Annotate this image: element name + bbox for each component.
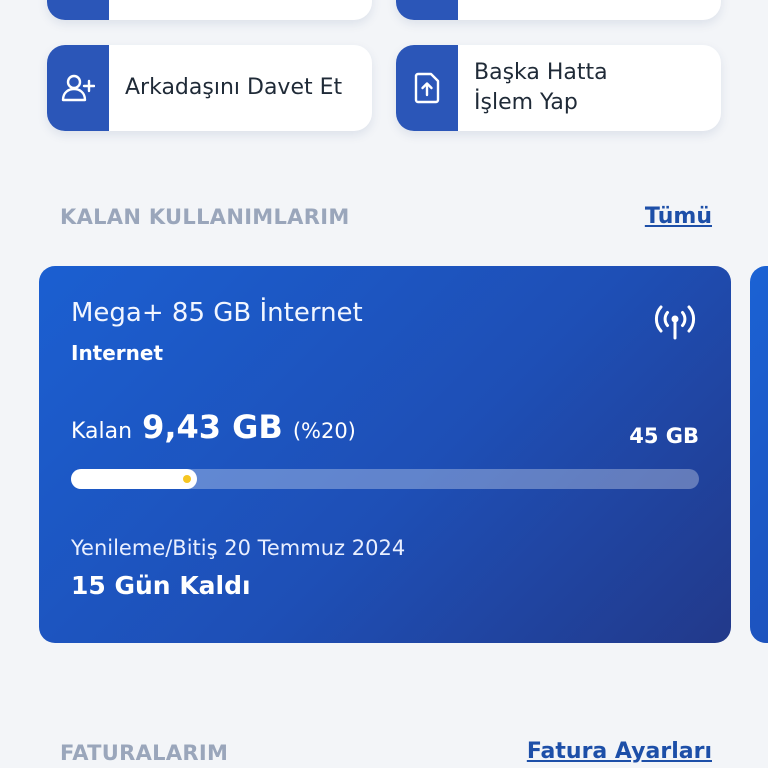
remaining-usage-title: KALAN KULLANIMLARIM (60, 205, 350, 229)
next-usage-card[interactable] (750, 266, 768, 643)
usage-progress-bar (71, 469, 699, 489)
bill-settings-link[interactable]: Fatura Ayarları (527, 739, 712, 764)
renewal-date: Yenileme/Bitiş 20 Temmuz 2024 (71, 536, 406, 560)
quick-action-1-label (109, 0, 137, 20)
invite-icon-box (47, 45, 109, 131)
quick-action-tile-2[interactable] (396, 0, 721, 20)
invite-friend-button[interactable]: Arkadaşını Davet Et (47, 45, 372, 131)
remaining-row: Kalan 9,43 GB (%20) (71, 408, 356, 446)
other-line-icon-box (396, 45, 458, 131)
usage-progress-marker (183, 475, 191, 483)
package-name: Mega+ 85 GB İnternet (71, 298, 363, 328)
page: Arkadaşını Davet Et Başka Hatta İşlem Ya… (0, 0, 768, 768)
quick-action-2-label (458, 0, 486, 20)
total-quota: 45 GB (629, 424, 699, 448)
quick-action-tile-1[interactable] (47, 0, 372, 20)
invite-friend-label: Arkadaşını Davet Et (125, 75, 343, 100)
upload-file-icon (414, 72, 440, 104)
add-user-icon (61, 74, 95, 102)
remaining-label: Kalan (71, 419, 133, 444)
days-left: 15 Gün Kaldı (71, 571, 251, 600)
internet-usage-card[interactable]: Mega+ 85 GB İnternet Internet Kalan 9,43… (39, 266, 731, 643)
remaining-percent: (%20) (292, 419, 356, 443)
bills-title: FATURALARIM (60, 741, 229, 765)
quick-action-2-icon-box (396, 0, 458, 20)
usage-progress-fill (71, 469, 197, 489)
other-line-operation-button[interactable]: Başka Hatta İşlem Yap (396, 45, 721, 131)
remaining-value: 9,43 GB (142, 408, 283, 446)
signal-antenna-icon (654, 305, 696, 340)
quick-action-1-icon-box (47, 0, 109, 20)
see-all-link[interactable]: Tümü (645, 204, 712, 229)
other-line-operation-label: Başka Hatta İşlem Yap (474, 60, 608, 115)
package-type: Internet (71, 341, 164, 365)
